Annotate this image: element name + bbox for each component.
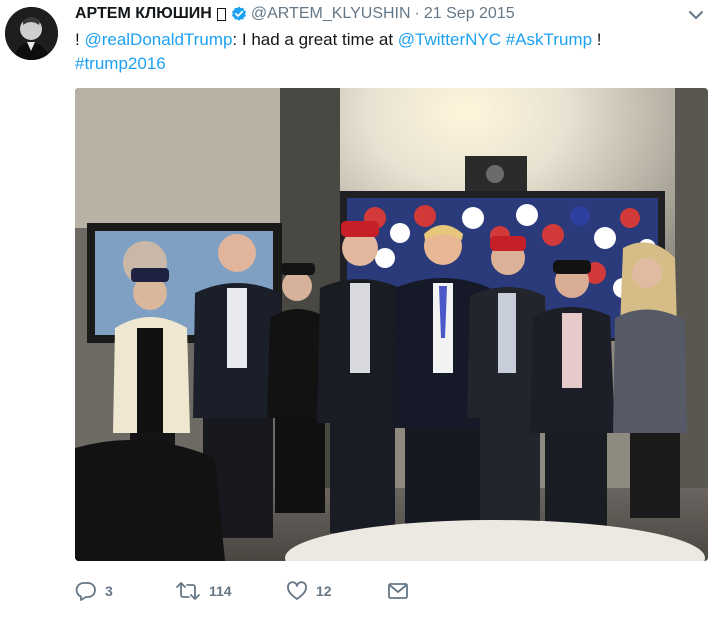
tweet-header: АРТЕМ КЛЮШИН @ARTEM_KLYUSHIN · 21 Sep 20… xyxy=(75,4,515,24)
author-handle[interactable]: @ARTEM_KLYUSHIN xyxy=(251,5,411,23)
verified-badge-icon xyxy=(231,6,247,22)
tweet-actions: 3 114 12 xyxy=(75,578,409,604)
avatar[interactable] xyxy=(5,7,58,60)
hashtag-link[interactable]: #trump2016 xyxy=(75,54,166,73)
reply-button[interactable]: 3 xyxy=(75,581,175,601)
heart-icon xyxy=(286,581,308,601)
author-fullname[interactable]: АРТЕМ КЛЮШИН xyxy=(75,5,212,23)
text-middle: : I had a great time at xyxy=(232,30,398,49)
mention-link[interactable]: @TwitterNYC xyxy=(398,30,501,49)
like-count: 12 xyxy=(316,583,332,599)
hashtag-link[interactable]: #AskTrump xyxy=(506,30,592,49)
group-photo-illustration xyxy=(75,88,708,561)
direct-message-button[interactable] xyxy=(387,582,409,600)
tweet-photo[interactable] xyxy=(75,88,708,561)
missing-glyph-icon xyxy=(216,7,226,21)
tweet: АРТЕМ КЛЮШИН @ARTEM_KLYUSHIN · 21 Sep 20… xyxy=(0,0,722,622)
mention-link[interactable]: @realDonaldTrump xyxy=(84,30,232,49)
retweet-icon xyxy=(175,581,201,601)
chevron-down-icon[interactable] xyxy=(688,8,704,20)
tweet-text: ! @realDonaldTrump: I had a great time a… xyxy=(75,28,705,76)
reply-count: 3 xyxy=(105,583,113,599)
retweet-button[interactable]: 114 xyxy=(175,581,286,601)
reply-icon xyxy=(75,581,97,601)
text-bang: ! xyxy=(592,30,602,49)
like-button[interactable]: 12 xyxy=(286,581,387,601)
retweet-count: 114 xyxy=(209,583,232,599)
envelope-icon xyxy=(387,582,409,600)
tweet-timestamp[interactable]: 21 Sep 2015 xyxy=(424,5,515,23)
header-separator: · xyxy=(414,5,420,22)
